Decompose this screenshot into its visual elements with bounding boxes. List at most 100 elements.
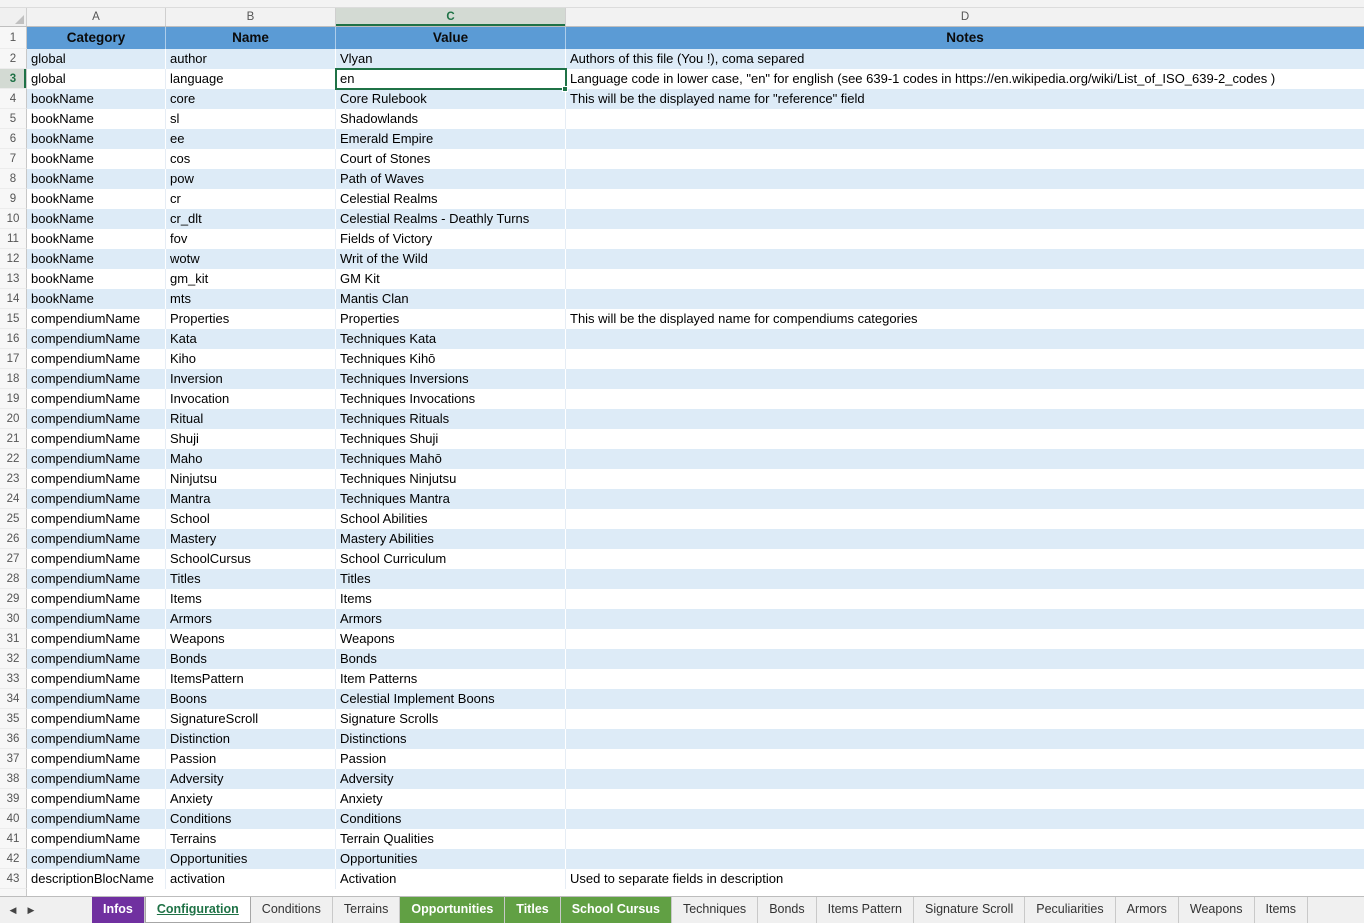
cell-name[interactable]: language — [166, 69, 336, 89]
cell-value[interactable]: Weapons — [336, 629, 566, 649]
cell-value[interactable]: Techniques Rituals — [336, 409, 566, 429]
cell-value[interactable]: Celestial Realms - Deathly Turns — [336, 209, 566, 229]
cell-notes[interactable] — [566, 389, 1364, 409]
cell-notes[interactable] — [566, 689, 1364, 709]
cell-value[interactable]: Distinctions — [336, 729, 566, 749]
cell-notes[interactable] — [566, 109, 1364, 129]
cell-value[interactable]: en — [336, 69, 566, 89]
cell-notes[interactable] — [566, 829, 1364, 849]
cell-notes[interactable] — [566, 669, 1364, 689]
cell-name[interactable]: Properties — [166, 309, 336, 329]
cell-category[interactable]: bookName — [27, 209, 166, 229]
row-number[interactable]: 3 — [0, 69, 27, 89]
cell-name[interactable]: Titles — [166, 569, 336, 589]
cell-notes[interactable] — [566, 209, 1364, 229]
cell-category[interactable]: bookName — [27, 89, 166, 109]
row-number[interactable]: 29 — [0, 589, 27, 609]
cell-name[interactable]: author — [166, 49, 336, 69]
cell-value[interactable]: Techniques Ninjutsu — [336, 469, 566, 489]
cell-category[interactable]: global — [27, 69, 166, 89]
cell-value[interactable]: Anxiety — [336, 789, 566, 809]
cell-notes[interactable]: This will be the displayed name for comp… — [566, 309, 1364, 329]
cell-name[interactable]: fov — [166, 229, 336, 249]
sheet-tab-items-pattern[interactable]: Items Pattern — [817, 897, 914, 923]
row-number[interactable]: 37 — [0, 749, 27, 769]
row-number[interactable]: 18 — [0, 369, 27, 389]
cell-notes[interactable] — [566, 649, 1364, 669]
cell-value[interactable]: Shadowlands — [336, 109, 566, 129]
cell-name[interactable]: Bonds — [166, 649, 336, 669]
cell-notes[interactable] — [566, 249, 1364, 269]
cell-category[interactable]: compendiumName — [27, 729, 166, 749]
sheet-tab-weapons[interactable]: Weapons — [1179, 897, 1255, 923]
cell-notes[interactable] — [566, 349, 1364, 369]
row-number[interactable]: 30 — [0, 609, 27, 629]
cell-category[interactable]: compendiumName — [27, 769, 166, 789]
cell-category[interactable]: compendiumName — [27, 369, 166, 389]
cell-value[interactable]: Item Patterns — [336, 669, 566, 689]
row-number[interactable]: 1 — [0, 27, 27, 49]
row-number[interactable]: 42 — [0, 849, 27, 869]
cell-value[interactable]: Techniques Mahō — [336, 449, 566, 469]
cell-value[interactable]: Activation — [336, 869, 566, 889]
row-number[interactable]: 13 — [0, 269, 27, 289]
cell-value[interactable]: Core Rulebook — [336, 89, 566, 109]
cell-category[interactable]: compendiumName — [27, 529, 166, 549]
cell-name[interactable]: sl — [166, 109, 336, 129]
row-number[interactable]: 19 — [0, 389, 27, 409]
cell-value[interactable]: School Curriculum — [336, 549, 566, 569]
sheet-tab-items[interactable]: Items — [1255, 897, 1309, 923]
cell-category[interactable]: compendiumName — [27, 509, 166, 529]
cell-name[interactable]: gm_kit — [166, 269, 336, 289]
cell-notes[interactable] — [566, 409, 1364, 429]
cell-notes[interactable]: Authors of this file (You !), coma separ… — [566, 49, 1364, 69]
row-number[interactable]: 22 — [0, 449, 27, 469]
cell-value[interactable]: Celestial Realms — [336, 189, 566, 209]
cell-notes[interactable] — [566, 709, 1364, 729]
row-number[interactable]: 33 — [0, 669, 27, 689]
cell-category[interactable]: bookName — [27, 169, 166, 189]
sheet-tab-opportunities[interactable]: Opportunities — [400, 897, 505, 923]
cell-notes[interactable] — [566, 529, 1364, 549]
cell-value[interactable]: Opportunities — [336, 849, 566, 869]
cell-category[interactable]: bookName — [27, 109, 166, 129]
cell-notes[interactable] — [566, 229, 1364, 249]
cell-value[interactable]: GM Kit — [336, 269, 566, 289]
cell-value[interactable]: Techniques Mantra — [336, 489, 566, 509]
cell-name[interactable]: cr_dlt — [166, 209, 336, 229]
cell-name[interactable]: Shuji — [166, 429, 336, 449]
cell-category[interactable]: bookName — [27, 269, 166, 289]
cell-value[interactable]: Techniques Inversions — [336, 369, 566, 389]
cell-name[interactable]: activation — [166, 869, 336, 889]
cell-value[interactable]: Fields of Victory — [336, 229, 566, 249]
select-all-corner[interactable] — [0, 8, 27, 26]
cell-category[interactable]: bookName — [27, 229, 166, 249]
row-number[interactable]: 21 — [0, 429, 27, 449]
sheet-tab-techniques[interactable]: Techniques — [672, 897, 758, 923]
cell-name[interactable]: SchoolCursus — [166, 549, 336, 569]
cell-category[interactable]: compendiumName — [27, 429, 166, 449]
cell-name[interactable]: Anxiety — [166, 789, 336, 809]
row-number[interactable]: 20 — [0, 409, 27, 429]
cell-value[interactable]: Court of Stones — [336, 149, 566, 169]
cell-value[interactable]: Mastery Abilities — [336, 529, 566, 549]
cell-name[interactable]: cr — [166, 189, 336, 209]
cell-value[interactable]: Bonds — [336, 649, 566, 669]
column-header-A[interactable]: A — [27, 8, 166, 26]
cell-notes[interactable] — [566, 769, 1364, 789]
cell-notes[interactable] — [566, 849, 1364, 869]
row-number[interactable]: 17 — [0, 349, 27, 369]
cell-value[interactable]: Techniques Invocations — [336, 389, 566, 409]
cell-value[interactable]: Techniques Kihō — [336, 349, 566, 369]
row-number[interactable]: 7 — [0, 149, 27, 169]
cell-name[interactable]: Distinction — [166, 729, 336, 749]
row-number[interactable]: 28 — [0, 569, 27, 589]
column-header-D[interactable]: D — [566, 8, 1364, 26]
header-cell-name[interactable]: Name — [166, 27, 336, 49]
cell-notes[interactable] — [566, 449, 1364, 469]
cell-name[interactable]: School — [166, 509, 336, 529]
cell-value[interactable]: Techniques Shuji — [336, 429, 566, 449]
header-cell-value[interactable]: Value — [336, 27, 566, 49]
row-number[interactable]: 8 — [0, 169, 27, 189]
row-number[interactable]: 10 — [0, 209, 27, 229]
